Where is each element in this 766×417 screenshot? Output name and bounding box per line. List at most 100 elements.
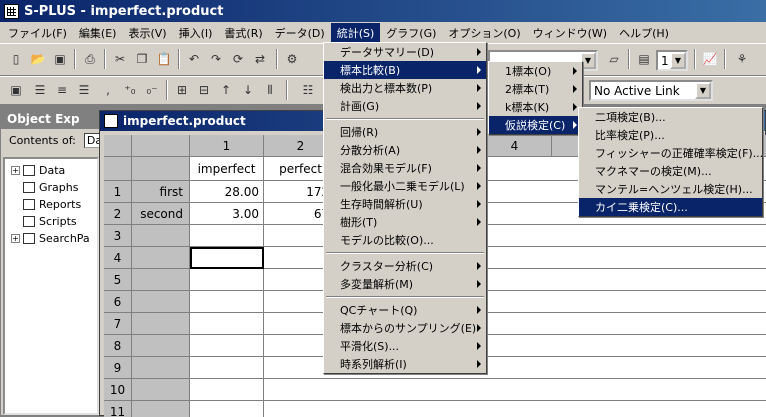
statistics-menu-item-5[interactable]: 回帰(R) (324, 123, 486, 141)
row-header[interactable]: 8 (104, 335, 132, 357)
paste-icon[interactable]: 📋 (154, 49, 174, 69)
row-header[interactable]: 4 (104, 247, 132, 269)
row-name-cell[interactable] (132, 379, 190, 401)
menu-statistics[interactable]: 統計(S) (330, 22, 381, 43)
row-header[interactable]: 3 (104, 225, 132, 247)
page-icon[interactable]: ▤ (634, 49, 654, 69)
align-center-icon[interactable]: ≡ (52, 80, 72, 100)
chevron-down-icon[interactable]: ▼ (695, 82, 711, 99)
data-cell[interactable] (190, 357, 264, 379)
columns-icon[interactable]: ⦀ (260, 80, 280, 100)
statistics-menu-item-7[interactable]: 混合効果モデル(F) (324, 159, 486, 177)
graph-sheet-icon[interactable]: ▱ (604, 49, 624, 69)
active-link-select[interactable]: No Active Link ▼ (589, 80, 713, 101)
statistics-menu-item-8[interactable]: 一般化最小二乗モデル(L) (324, 177, 486, 195)
hypothesis-test-item-4[interactable]: マンテル=ヘンツェル検定(H)... (579, 180, 762, 198)
open-folder-icon[interactable]: 📂 (28, 49, 48, 69)
menu-insert[interactable]: 挿入(I) (173, 23, 219, 43)
increase-decimal-icon[interactable]: ⁺₀ (120, 80, 140, 100)
row-header[interactable]: 9 (104, 357, 132, 379)
tree-node-reports[interactable]: Reports (11, 196, 97, 213)
row-name-cell[interactable] (132, 247, 190, 269)
statistics-menu-item-1[interactable]: 標本比較(B) (324, 61, 486, 79)
sort-up-icon[interactable]: ↑ (216, 80, 236, 100)
row-name-cell[interactable]: first (132, 181, 190, 203)
hypothesis-test-item-0[interactable]: 二項検定(B)... (579, 108, 762, 126)
statistics-menu-item-2[interactable]: 検出力と標本数(P) (324, 79, 486, 97)
row-header[interactable]: 1 (104, 181, 132, 203)
menu-view[interactable]: 表示(V) (122, 23, 172, 43)
data-cell[interactable]: 3.00 (190, 203, 264, 225)
sample-comparison-item-0[interactable]: 1標本(O) (489, 62, 582, 80)
data-cell[interactable] (264, 401, 766, 417)
row-header[interactable]: 5 (104, 269, 132, 291)
statistics-menu-item-14[interactable]: 多変量解析(M) (324, 275, 486, 293)
refresh-icon[interactable]: ⟳ (228, 49, 248, 69)
row-header[interactable]: 6 (104, 291, 132, 313)
column-header[interactable]: 4 (478, 135, 552, 157)
print-icon[interactable]: ⎙ (80, 49, 100, 69)
active-cell[interactable] (190, 247, 264, 269)
new-file-icon[interactable]: ▯ (6, 49, 26, 69)
comma-format-icon[interactable]: , (98, 80, 118, 100)
statistics-menu-item-10[interactable]: 樹形(T) (324, 213, 486, 231)
align-left-icon[interactable]: ☰ (30, 80, 50, 100)
statistics-menu-item-0[interactable]: データサマリー(D) (324, 43, 486, 61)
hypothesis-test-item-2[interactable]: フィッシャーの正確確率検定(F)... (579, 144, 763, 162)
row-name-cell[interactable] (132, 335, 190, 357)
statistics-menu-item-13[interactable]: クラスター分析(C) (324, 257, 486, 275)
data-cell[interactable] (264, 379, 766, 401)
statistics-menu-item-17[interactable]: 標本からのサンプリング(E) (324, 319, 486, 337)
statistics-menu-item-18[interactable]: 平滑化(S)... (324, 337, 486, 355)
data-cell[interactable] (190, 225, 264, 247)
row-header[interactable]: 10 (104, 379, 132, 401)
menu-edit[interactable]: 編集(E) (73, 23, 123, 43)
row-header[interactable]: 11 (104, 401, 132, 417)
menu-file[interactable]: ファイル(F) (2, 23, 73, 43)
row-name-cell[interactable] (132, 269, 190, 291)
decrease-decimal-icon[interactable]: ₀⁻ (142, 80, 162, 100)
row-header[interactable]: 7 (104, 313, 132, 335)
sample-comparison-item-3[interactable]: 仮説検定(C) (489, 116, 582, 134)
row-name-cell[interactable] (132, 291, 190, 313)
column-header[interactable]: 1 (190, 135, 264, 157)
statistics-menu-item-11[interactable]: モデルの比較(O)... (324, 231, 486, 249)
chart-icon[interactable]: 📈 (700, 49, 720, 69)
row-name-cell[interactable] (132, 401, 190, 417)
menu-format[interactable]: 書式(R) (218, 23, 268, 43)
page-select[interactable]: 1 ▼ (656, 50, 688, 71)
menu-graph[interactable]: グラフ(G) (380, 23, 442, 43)
menu-data[interactable]: データ(D) (269, 23, 331, 43)
menu-window[interactable]: ウィンドウ(W) (527, 23, 613, 43)
contents-field[interactable]: Da (83, 132, 99, 148)
hypothesis-test-item-1[interactable]: 比率検定(P)... (579, 126, 762, 144)
hypothesis-test-item-5[interactable]: カイ二乗検定(C)... (579, 198, 762, 216)
statistics-menu-item-3[interactable]: 計画(G) (324, 97, 486, 115)
insert-row-icon[interactable]: ⊞ (172, 80, 192, 100)
variable-name-cell[interactable]: imperfect (190, 157, 264, 181)
expand-icon[interactable]: + (11, 166, 20, 175)
save-icon[interactable]: ▣ (50, 49, 70, 69)
chevron-down-icon[interactable]: ▼ (670, 52, 686, 69)
tree-node-data[interactable]: + Data (11, 162, 97, 179)
palette-icon[interactable]: ⚘ (732, 49, 752, 69)
insert-column-icon[interactable]: ⊟ (194, 80, 214, 100)
tree-node-graphs[interactable]: Graphs (11, 179, 97, 196)
row-name-cell[interactable] (132, 357, 190, 379)
sample-comparison-item-2[interactable]: k標本(K) (489, 98, 582, 116)
statistics-menu-item-19[interactable]: 時系列解析(I) (324, 355, 486, 373)
data-cell[interactable] (190, 269, 264, 291)
sample-comparison-item-1[interactable]: 2標本(T) (489, 80, 582, 98)
cut-icon[interactable]: ✂ (110, 49, 130, 69)
tree-node-searchpath[interactable]: + SearchPa (11, 230, 97, 247)
align-right-icon[interactable]: ☰ (74, 80, 94, 100)
row-header[interactable]: 2 (104, 203, 132, 225)
statistics-menu-item-9[interactable]: 生存時間解析(U) (324, 195, 486, 213)
hypothesis-test-item-3[interactable]: マクネマーの検定(M)... (579, 162, 762, 180)
row-name-cell[interactable] (132, 225, 190, 247)
data-cell[interactable] (190, 401, 264, 417)
tool-icon[interactable]: ⇄ (250, 49, 270, 69)
data-cell[interactable]: 28.00 (190, 181, 264, 203)
redo-icon[interactable]: ↷ (206, 49, 226, 69)
data-cell[interactable] (190, 291, 264, 313)
